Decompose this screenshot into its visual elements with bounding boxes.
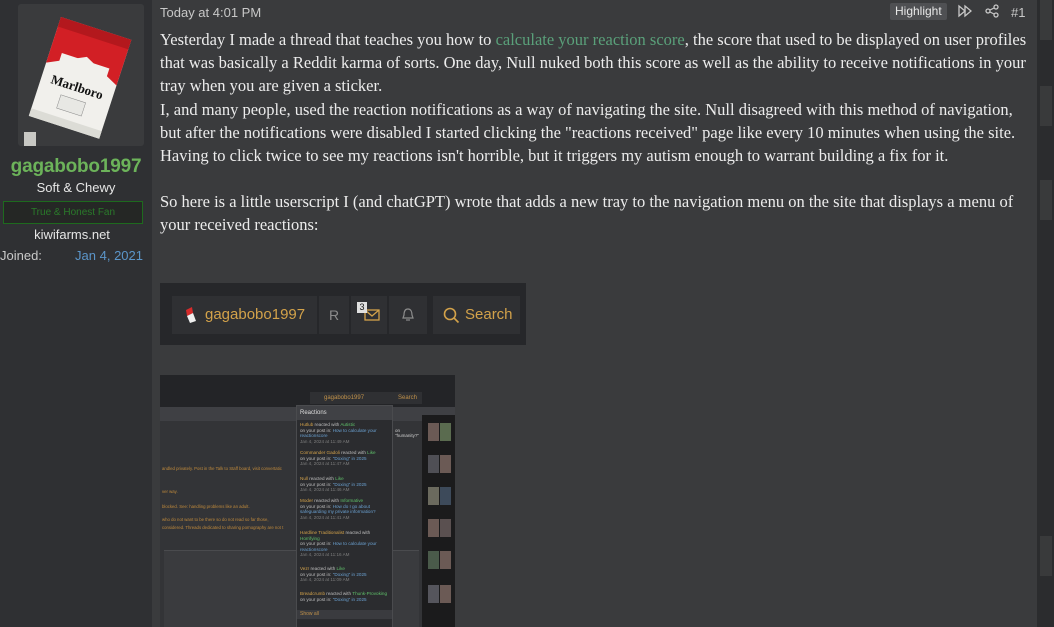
reaction-post: on your post in: <box>300 571 333 577</box>
reaction-thread: "Doxing" in 2025 <box>332 481 367 487</box>
s2-nav-search: Search <box>398 395 418 401</box>
lipstick-icon <box>186 307 196 323</box>
reaction-thread: "Doxing" in 2025 <box>332 455 367 461</box>
reaction-verb: reacted with <box>309 566 337 571</box>
username[interactable]: gagabobo1997 <box>0 156 152 178</box>
reactions-menu-screenshot[interactable]: gagabobo1997 Search andled privately. Po… <box>160 375 455 627</box>
search-icon <box>443 307 460 324</box>
reaction-time: Jan 4, 2024 at 11:41 AM <box>300 514 350 520</box>
reaction-item: Commander Gadoli reacted with Like on yo… <box>300 450 388 467</box>
reaction-verb: reacted with <box>307 476 336 481</box>
s2-bg-line: blocked. See: handling problems like an … <box>162 504 250 509</box>
reaction-post: on your post in: <box>300 455 333 461</box>
reaction-item: Vezr reacted with Like on your post in: … <box>300 566 388 583</box>
reaction-item: Hardline Traditionalist reacted with Hor… <box>300 530 388 558</box>
reaction-type: Autistic <box>340 422 356 427</box>
user-info-panel: Marlboro gagabobo1997 Soft & Chewy True … <box>0 0 152 627</box>
s2-sidebar-thumbs <box>422 415 455 627</box>
s2-bg-line: ver way. <box>162 489 178 494</box>
user-banner: True & Honest Fan <box>3 201 143 224</box>
nav-username: gagabobo1997 <box>205 306 306 323</box>
reaction-verb: reacted with <box>339 450 368 455</box>
nav-bar-screenshot[interactable]: gagabobo1997 R 3 Search <box>160 283 526 345</box>
reaction-type: Informative <box>340 498 364 503</box>
reaction-time: Jan 4, 2024 at 11:46 AM <box>300 487 350 493</box>
reaction-verb: reacted with <box>313 422 341 427</box>
reaction-item: Null reacted with Like on your post in: … <box>300 476 388 493</box>
reaction-time: Jan 4, 2024 at 11:16 AM <box>300 552 350 558</box>
reaction-item: Moder reacted with Informative on your p… <box>300 498 388 520</box>
reaction-user: Hardline Traditionalist <box>300 530 345 535</box>
reaction-verb: reacted with <box>313 498 341 503</box>
inbox-count-badge: 3 <box>357 302 367 313</box>
reaction-user: Breadcrumb <box>300 591 326 596</box>
reaction-type: Like <box>335 476 344 481</box>
reactions-popup: Reactions Hutlub reacted with Autistic o… <box>296 405 393 627</box>
highlight-button[interactable]: Highlight <box>890 3 947 20</box>
reaction-item: Breadcrumb reacted with Thunk-Provoking … <box>300 591 388 602</box>
nav-r-button: R <box>319 296 349 334</box>
post-number[interactable]: #1 <box>1011 5 1025 20</box>
reaction-post: on your post in: <box>300 596 333 602</box>
reaction-verb: reacted with <box>344 530 371 535</box>
reactions-show-all: Show all <box>297 610 392 619</box>
reaction-verb: reacted with <box>325 591 353 596</box>
reaction-user: Commander Gadoli <box>300 450 340 455</box>
joined-date: Jan 4, 2021 <box>75 248 143 263</box>
s2-nav-user: gagabobo1997 <box>324 395 365 401</box>
reaction-type: Like <box>367 450 376 455</box>
reaction-item: Hutlub reacted with Autistic on your pos… <box>300 422 388 444</box>
reaction-post: on your post in: <box>300 427 333 433</box>
paragraph-1-text: Yesterday I made a thread that teaches y… <box>160 30 496 49</box>
reaction-type: Horrifying <box>300 535 320 541</box>
reaction-post: on your post in: <box>300 541 333 547</box>
reaction-type: Thunk-Provoking <box>352 591 388 596</box>
paragraph-2: I, and many people, used the reaction no… <box>160 99 1016 166</box>
paragraph-1: Yesterday I made a thread that teaches y… <box>160 28 1035 98</box>
reaction-post: on your post in: <box>300 503 333 509</box>
user-title: Soft & Chewy <box>36 180 116 195</box>
reaction-user: Moder <box>300 498 314 503</box>
reaction-time: Jan 4, 2024 at 11:09 AM <box>300 577 350 583</box>
reaction-user: Hutlub <box>300 422 314 427</box>
nav-search-label: Search <box>465 306 513 323</box>
right-edge-strip <box>1037 0 1054 627</box>
reactions-popup-title: Reactions <box>297 406 392 420</box>
s2-bg-line: considered. Threads dedicated to sharing… <box>162 525 284 530</box>
nav-inbox-button: 3 <box>351 296 387 334</box>
reaction-user: Null <box>300 476 308 481</box>
fast-forward-icon[interactable] <box>958 4 972 18</box>
avatar[interactable]: Marlboro <box>18 4 144 146</box>
share-icon[interactable] <box>985 4 999 18</box>
paragraph-3: So here is a little userscript I (and ch… <box>160 192 1014 235</box>
reaction-user: Vezr <box>300 566 310 571</box>
nav-alerts-button <box>389 296 427 334</box>
post-date[interactable]: Today at 4:01 PM <box>160 5 261 20</box>
s2-bg-line: who do not want to be there so do not re… <box>162 517 269 522</box>
s2-nav-bar: gagabobo1997 Search <box>310 392 422 404</box>
reaction-time: Jan 4, 2024 at 11:47 AM <box>300 461 350 467</box>
reaction-score-link[interactable]: calculate your reaction score <box>496 30 685 49</box>
joined-label: Joined: <box>0 248 42 263</box>
reaction-thread: "Doxing" in 2025 <box>332 596 367 602</box>
bell-icon <box>402 308 414 321</box>
user-site: kiwifarms.net <box>34 227 110 242</box>
nav-search-button: Search <box>433 296 520 334</box>
nav-user-button: gagabobo1997 <box>172 296 317 334</box>
nav-bar: gagabobo1997 R 3 Search <box>172 296 522 334</box>
s2-side-text: on "humanity?" <box>395 428 419 438</box>
post-body: Yesterday I made a thread that teaches y… <box>160 28 1035 237</box>
reaction-time: Jan 4, 2024 at 11:49 AM <box>300 438 350 444</box>
reaction-type: Like <box>336 566 345 571</box>
reaction-post: on your post in: <box>300 481 333 487</box>
s2-bg-line: andled privately. Post in the Talk to St… <box>162 466 282 471</box>
reaction-thread: "Doxing" in 2025 <box>332 571 367 577</box>
